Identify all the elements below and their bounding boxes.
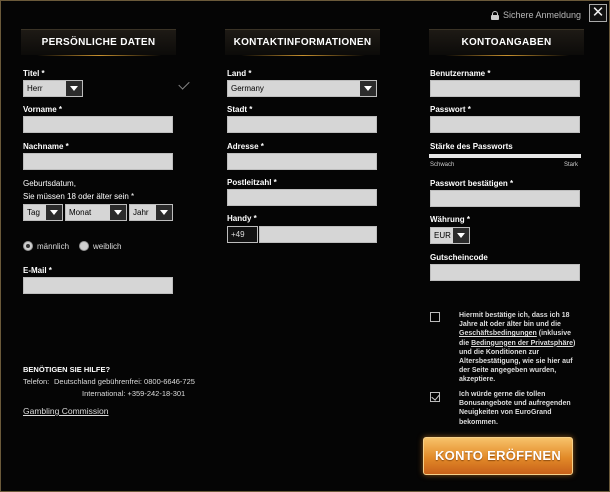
username-field[interactable] [430,80,580,97]
voucher-label: Gutscheincode [430,253,488,262]
city-field[interactable] [227,116,377,133]
chevron-down-icon [110,205,126,220]
password-strength-label: Stärke des Passworts [430,142,513,151]
country-select[interactable]: Germany [227,80,377,97]
currency-select[interactable]: EUR [430,227,470,244]
contact-info-header: KONTAKTINFORMATIONEN [225,29,380,56]
gambling-commission-link[interactable]: Gambling Commission [23,406,109,416]
confirm-password-field[interactable] [430,190,580,207]
country-select-value: Germany [231,84,264,93]
promo-checkbox[interactable] [430,392,440,402]
year-select[interactable]: Jahr [129,204,173,221]
month-select[interactable]: Monat [65,204,127,221]
phone-label: Telefon: [23,377,50,386]
currency-select-value: EUR [434,231,451,240]
country-label: Land * [227,69,252,78]
help-title: BENÖTIGEN SIE HILFE? [23,365,111,374]
username-label: Benutzername * [430,69,491,78]
chevron-down-icon [156,205,172,220]
title-select[interactable]: Herr [23,80,83,97]
secure-login-text: Sichere Anmeldung [502,10,581,20]
top-bar: Sichere Anmeldung ✕ [1,1,610,25]
personal-data-header: PERSÖNLICHE DATEN [21,29,176,56]
female-radio[interactable] [79,241,89,251]
currency-label: Währung * [430,215,470,224]
zip-label: Postleitzahl * [227,178,277,187]
chevron-down-icon [66,81,82,96]
voucher-field[interactable] [430,264,580,281]
male-label: männlich [37,242,70,251]
account-details-header: KONTOANGABEN [429,29,584,56]
privacy-link[interactable]: Bedingungen der Privatsphäre [471,340,573,347]
last-name-field[interactable] [23,153,173,170]
day-select[interactable]: Tag [23,204,63,221]
mobile-field[interactable] [259,226,377,243]
zip-field[interactable] [227,189,377,206]
title-select-value: Herr [27,84,43,93]
terms-checkbox[interactable] [430,312,440,322]
confirm-password-label: Passwort bestätigen * [430,179,514,188]
strength-weak-label: Schwach [430,162,455,168]
close-button[interactable]: ✕ [589,4,607,22]
email-label: E-Mail * [23,266,52,275]
first-name-label: Vorname * [23,105,62,114]
title-label: Titel * [23,69,45,78]
password-field[interactable] [430,116,580,133]
birth-date-label: Geburtsdatum, [23,179,76,188]
address-label: Adresse * [227,142,264,151]
password-label: Passwort * [430,105,471,114]
lock-icon [490,10,499,20]
last-name-label: Nachname * [23,142,69,151]
checkmark-icon [178,78,190,90]
address-field[interactable] [227,153,377,170]
phone-international: International: +359-242-18-301 [82,389,186,398]
promo-text: Ich würde gerne die tollen Bonusangebote… [459,391,571,426]
male-radio[interactable] [23,241,33,251]
first-name-field[interactable] [23,116,173,133]
female-label: weiblich [93,242,122,251]
year-select-value: Jahr [133,208,149,217]
month-select-value: Monat [69,208,92,217]
phone-prefix: +49 [227,226,258,243]
chevron-down-icon [46,205,62,220]
terms-text: Hiermit bestätige ich, dass ich 18 Jahre… [459,312,576,384]
open-account-button[interactable]: KONTO ERÖFFNEN [423,437,573,475]
city-label: Stadt * [227,105,253,114]
chevron-down-icon [453,228,469,243]
mobile-label: Handy * [227,214,257,223]
strength-strong-label: Stark [564,162,579,168]
password-strength-bar [429,154,581,158]
secure-login-indicator: Sichere Anmeldung [490,10,581,20]
registration-dialog: Sichere Anmeldung ✕ PERSÖNLICHE DATEN KO… [0,0,610,492]
day-select-value: Tag [27,208,40,217]
terms-link[interactable]: Geschäftsbedingungen [459,330,537,337]
chevron-down-icon [360,81,376,96]
birth-date-hint: Sie müssen 18 oder älter sein * [23,192,135,201]
phone-germany: Deutschland gebührenfrei: 0800-6646-725 [54,377,195,386]
email-field[interactable] [23,277,173,294]
